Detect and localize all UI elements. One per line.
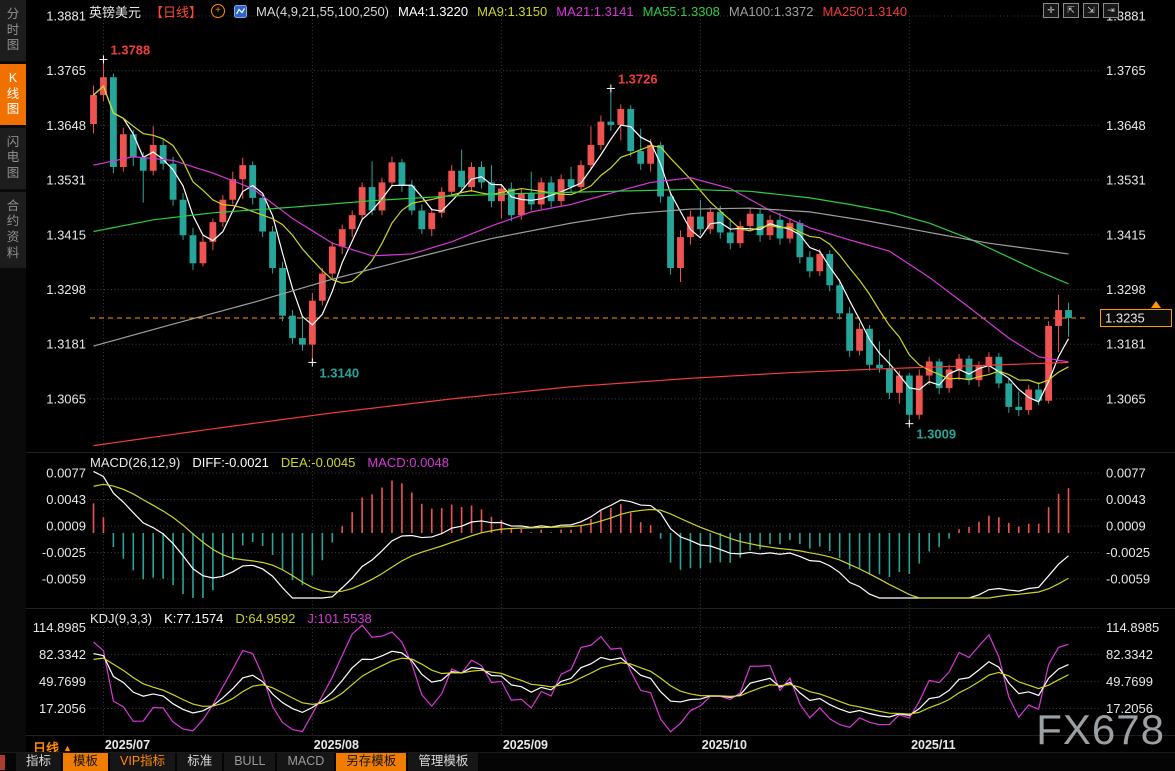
date-label: 2025/09 xyxy=(503,738,548,752)
ma-indicator-icon xyxy=(234,4,248,18)
sidebar-tab-分时图[interactable]: 分时图 xyxy=(0,0,26,61)
svg-text:1.3765: 1.3765 xyxy=(1106,63,1146,78)
footer-tabs: 指标 模板 VIP指标 标准 BULL MACD 另存模板 管理模板 xyxy=(0,752,1175,771)
kdj-title: KDJ(9,3,3) xyxy=(90,611,153,626)
svg-text:-0.0059: -0.0059 xyxy=(42,571,86,586)
date-label: 2025/11 xyxy=(911,738,956,752)
sidebar-tab-合约资料[interactable]: 合约资料 xyxy=(0,191,26,269)
swing-high-annotation: 1.3788 xyxy=(110,42,150,57)
macd-panel-header: MACD(26,12,9) DIFF:-0.0021 DEA:-0.0045 MAC… xyxy=(90,455,449,470)
svg-text:17.2056: 17.2056 xyxy=(39,701,86,716)
svg-text:82.3342: 82.3342 xyxy=(39,647,86,662)
sidebar: 分时图 K线图 闪电图 合约资料 xyxy=(0,0,26,771)
footer-tab-VIP指标[interactable]: VIP指标 xyxy=(110,753,176,771)
watermark: FX678 xyxy=(1036,706,1165,753)
date-label: 2025/10 xyxy=(702,738,747,752)
svg-text:0.0009: 0.0009 xyxy=(46,519,86,534)
svg-text:1.3531: 1.3531 xyxy=(1106,173,1146,188)
svg-text:1.3531: 1.3531 xyxy=(46,173,86,188)
svg-text:1.3648: 1.3648 xyxy=(1106,118,1146,133)
chart-toolbar: ✛ ⇱ ⇲ ⇥ xyxy=(1043,3,1119,18)
footer-tab-另存模板[interactable]: 另存模板 xyxy=(336,753,407,771)
svg-text:-0.0025: -0.0025 xyxy=(42,545,86,560)
ma-value-label: MA250:1.3140 xyxy=(822,3,908,19)
fit-right-icon[interactable]: ⇲ xyxy=(1083,3,1099,18)
footer-tab-MACD[interactable]: MACD xyxy=(277,753,335,771)
macd-value-label: DIFF:-0.0021 xyxy=(192,455,269,470)
ma-value-label: MA9:1.3150 xyxy=(477,3,548,19)
footer-tab-管理模板[interactable]: 管理模板 xyxy=(408,753,479,771)
svg-text:-0.0025: -0.0025 xyxy=(1106,545,1150,560)
svg-text:1.3181: 1.3181 xyxy=(1106,337,1146,352)
svg-text:49.7699: 49.7699 xyxy=(1106,674,1153,689)
svg-text:1.3648: 1.3648 xyxy=(46,118,86,133)
sidebar-tab-闪电图[interactable]: 闪电图 xyxy=(0,127,26,189)
footer-tab-BULL[interactable]: BULL xyxy=(224,753,276,771)
svg-text:82.3342: 82.3342 xyxy=(1106,647,1153,662)
chart-header: 英镑美元 【日线】 + MA(4,9,21,55,100,250) MA4:1.… xyxy=(89,2,907,20)
kdj-value-label: K:77.1574 xyxy=(164,611,224,626)
ma-values: MA4:1.3220 MA9:1.3150 MA21:1.3141 MA55:1.33… xyxy=(398,4,907,19)
svg-text:-0.0059: -0.0059 xyxy=(1106,571,1150,586)
macd-title: MACD(26,12,9) xyxy=(90,455,181,470)
svg-text:49.7699: 49.7699 xyxy=(39,674,86,689)
svg-text:0.0077: 0.0077 xyxy=(1106,466,1146,481)
footer-tab-标准[interactable]: 标准 xyxy=(177,753,223,771)
svg-text:0.0009: 0.0009 xyxy=(1106,519,1146,534)
jump-latest-icon[interactable]: ⇥ xyxy=(1103,3,1119,18)
svg-text:1.3298: 1.3298 xyxy=(46,282,86,297)
date-label: 2025/08 xyxy=(314,738,359,752)
kdj-value-label: D:64.9592 xyxy=(235,611,296,626)
svg-text:1.3881: 1.3881 xyxy=(46,9,86,24)
svg-text:114.8985: 114.8985 xyxy=(33,620,86,635)
kdj-panel-header: KDJ(9,3,3) K:77.1574 D:64.9592 J:101.5538 xyxy=(90,611,372,626)
ma-value-label: MA4:1.3220 xyxy=(398,3,469,19)
svg-text:0.0043: 0.0043 xyxy=(1106,492,1146,507)
svg-text:0.0043: 0.0043 xyxy=(46,492,86,507)
macd-values: DIFF:-0.0021 DEA:-0.0045 MACD:0.0048 xyxy=(192,455,449,470)
svg-text:1.3065: 1.3065 xyxy=(46,391,86,406)
swing-low-annotation: 1.3009 xyxy=(916,427,956,442)
svg-text:1.3181: 1.3181 xyxy=(46,337,86,352)
ma-value-label: MA21:1.3141 xyxy=(556,3,634,19)
macd-value-label: MACD:0.0048 xyxy=(367,455,449,470)
sidebar-tab-K线图[interactable]: K线图 xyxy=(0,63,26,125)
add-indicator-icon[interactable]: + xyxy=(211,4,226,18)
svg-text:1.3065: 1.3065 xyxy=(1106,391,1146,406)
svg-text:1.3415: 1.3415 xyxy=(46,227,86,242)
swing-high-annotation: 1.3726 xyxy=(618,71,658,86)
macd-value-label: DEA:-0.0045 xyxy=(280,455,356,470)
svg-text:1.3765: 1.3765 xyxy=(46,63,86,78)
symbol-title: 英镑美元 xyxy=(89,4,142,20)
date-label: 2025/07 xyxy=(105,738,150,752)
kdj-values: K:77.1574 D:64.9592 J:101.5538 xyxy=(164,611,372,626)
current-price-tag: 1.3235 xyxy=(1105,311,1145,326)
svg-text:0.0077: 0.0077 xyxy=(46,466,86,481)
kdj-value-label: J:101.5538 xyxy=(307,611,372,626)
svg-text:1.3415: 1.3415 xyxy=(1106,227,1146,242)
resize-handle[interactable] xyxy=(0,755,5,770)
swing-low-annotation: 1.3140 xyxy=(319,365,359,380)
period-tag: 【日线】 xyxy=(150,4,203,20)
svg-text:1.3298: 1.3298 xyxy=(1106,282,1146,297)
ma-settings-label[interactable]: MA(4,9,21,55,100,250) xyxy=(256,4,389,19)
ma-value-label: MA55:1.3308 xyxy=(642,3,720,19)
pan-icon[interactable]: ✛ xyxy=(1043,3,1059,18)
footer-tab-模板[interactable]: 模板 xyxy=(63,753,109,771)
fit-left-icon[interactable]: ⇱ xyxy=(1063,3,1079,18)
chart-canvas[interactable]: 1.3881 1.38811.3765 1.37651.3648 1.36481.35… xyxy=(0,0,1175,771)
svg-text:114.8985: 114.8985 xyxy=(1106,620,1159,635)
footer-tab-指标[interactable]: 指标 xyxy=(16,753,62,771)
ma-value-label: MA100:1.3372 xyxy=(728,3,814,19)
